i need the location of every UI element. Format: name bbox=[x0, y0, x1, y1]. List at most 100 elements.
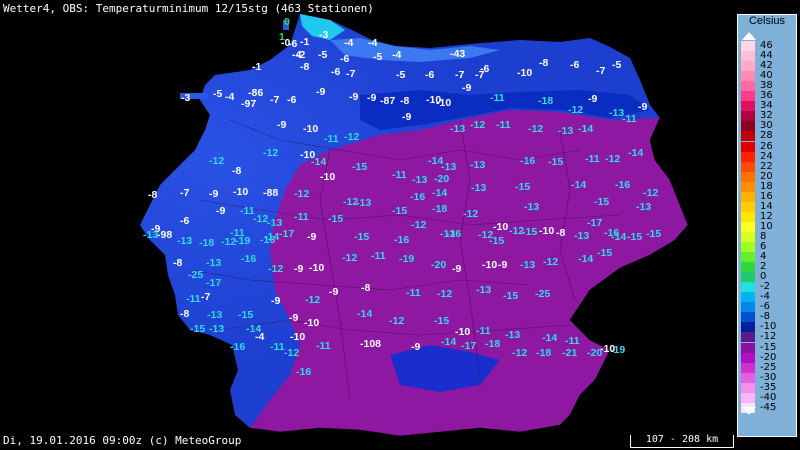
legend-swatch bbox=[741, 372, 755, 383]
station-value: -17 bbox=[587, 217, 602, 229]
station-value: -4 bbox=[344, 37, 353, 49]
station-value: -13 bbox=[412, 174, 427, 186]
station-value: -12 bbox=[389, 315, 404, 327]
station-value: -15 bbox=[627, 231, 642, 243]
station-value: -19 bbox=[399, 253, 414, 265]
legend-swatch bbox=[741, 322, 755, 333]
legend-swatch bbox=[741, 231, 755, 242]
station-value: -10 bbox=[320, 171, 335, 183]
station-value: -14 bbox=[441, 336, 456, 348]
station-value: -10 bbox=[309, 262, 324, 274]
station-value: -5 bbox=[318, 49, 327, 61]
station-value: -11 bbox=[490, 92, 505, 104]
station-value: -10 bbox=[233, 186, 248, 198]
legend-swatch bbox=[741, 362, 755, 373]
station-value: -10 bbox=[290, 331, 305, 343]
station-value: -15 bbox=[503, 290, 518, 302]
legend-entry: 2 bbox=[738, 261, 796, 273]
station-value: -8 bbox=[300, 61, 309, 73]
station-value: -12 bbox=[643, 187, 658, 199]
map-title: Wetter4, OBS: Temperaturminimum 12/15stg… bbox=[3, 2, 374, 15]
station-value: -5 bbox=[396, 69, 405, 81]
station-value: -16 bbox=[230, 341, 245, 353]
station-value: -88 bbox=[263, 187, 278, 199]
timestamp-copyright: Di, 19.01.2016 09:00z (c) MeteoGroup bbox=[3, 434, 242, 447]
station-value: -7 bbox=[180, 187, 189, 199]
legend-swatch bbox=[741, 201, 755, 212]
station-value: -12 bbox=[463, 208, 478, 220]
station-value: -20 bbox=[434, 173, 449, 185]
station-value: -9 bbox=[329, 286, 338, 298]
station-value: -15 bbox=[597, 247, 612, 259]
station-value: -15 bbox=[354, 231, 369, 243]
legend-swatch bbox=[741, 151, 755, 162]
station-value: -11 bbox=[316, 340, 331, 352]
legend-swatch bbox=[741, 41, 755, 51]
legend-swatch bbox=[741, 352, 755, 363]
station-value: -7 bbox=[346, 68, 355, 80]
station-value: -25 bbox=[535, 288, 550, 300]
scale-label: 107 - 208 km bbox=[645, 434, 719, 445]
station-value: -10 bbox=[455, 326, 470, 338]
station-value: -18 bbox=[538, 95, 553, 107]
station-value: -15 bbox=[646, 228, 661, 240]
legend-swatch bbox=[741, 262, 755, 273]
station-value: -16 bbox=[260, 234, 275, 246]
station-value: -17 bbox=[461, 340, 476, 352]
station-value: -16 bbox=[394, 234, 409, 246]
station-value: -9 bbox=[289, 312, 298, 324]
station-value: -3 bbox=[181, 92, 190, 104]
legend-swatch bbox=[741, 171, 755, 182]
station-value: -11 bbox=[371, 250, 386, 262]
station-value: -8 bbox=[148, 189, 157, 201]
station-value: -11 bbox=[585, 153, 600, 165]
station-value: -5 bbox=[612, 59, 621, 71]
temperature-map: 01 -3-4 -4-6-4 -5-0 -1-2 -6 -5 -4 -43-1-4-8 -6 -7-… bbox=[139, 13, 689, 437]
station-value: -11 bbox=[186, 293, 201, 305]
station-value: 0 bbox=[284, 16, 290, 28]
station-value: -43 bbox=[450, 48, 465, 60]
station-value: -14 bbox=[571, 179, 586, 191]
legend-swatch bbox=[741, 51, 755, 62]
station-value: -9 bbox=[498, 259, 507, 271]
station-value: -19 bbox=[235, 235, 250, 247]
station-value: -12 bbox=[512, 347, 527, 359]
station-value: -15 bbox=[392, 205, 407, 217]
down-arrow-icon bbox=[742, 407, 756, 415]
station-value: -25 bbox=[188, 269, 203, 281]
station-value: -7 bbox=[270, 94, 279, 106]
station-value: -11 bbox=[622, 113, 637, 125]
legend-swatch bbox=[741, 181, 755, 192]
station-value: -14 bbox=[311, 156, 326, 168]
legend-swatch bbox=[741, 302, 755, 313]
station-value: -10 bbox=[539, 225, 554, 237]
legend-swatch bbox=[741, 161, 755, 172]
station-value: -16 bbox=[296, 366, 311, 378]
station-value: -12 bbox=[305, 294, 320, 306]
station-value: -12 bbox=[528, 123, 543, 135]
station-value: -18 bbox=[199, 237, 214, 249]
station-value: -8 bbox=[400, 95, 409, 107]
station-value: -12 bbox=[543, 256, 558, 268]
station-value: -14 bbox=[542, 332, 557, 344]
station-value: -13 bbox=[441, 161, 456, 173]
legend-entry: 6 bbox=[738, 241, 796, 252]
station-value: -97 bbox=[241, 98, 256, 110]
legend-swatch bbox=[741, 242, 755, 252]
legend-swatch bbox=[741, 71, 755, 82]
station-value: -13 bbox=[206, 257, 221, 269]
station-value: -9 bbox=[349, 91, 358, 103]
station-value: -4 bbox=[368, 37, 377, 49]
station-value: -7 bbox=[201, 291, 210, 303]
station-value: -2 bbox=[296, 49, 305, 61]
station-value: -11 bbox=[270, 341, 285, 353]
station-value: -9 bbox=[462, 82, 471, 94]
station-value: -4 bbox=[225, 91, 234, 103]
station-value: -10 bbox=[482, 259, 497, 271]
scale-bar: 107 - 208 km bbox=[630, 434, 734, 448]
legend-swatch bbox=[741, 292, 755, 303]
station-value: -8 bbox=[180, 308, 189, 320]
station-value: -11 bbox=[406, 287, 421, 299]
station-value: -1 bbox=[252, 61, 261, 73]
station-value: -7 bbox=[596, 65, 605, 77]
